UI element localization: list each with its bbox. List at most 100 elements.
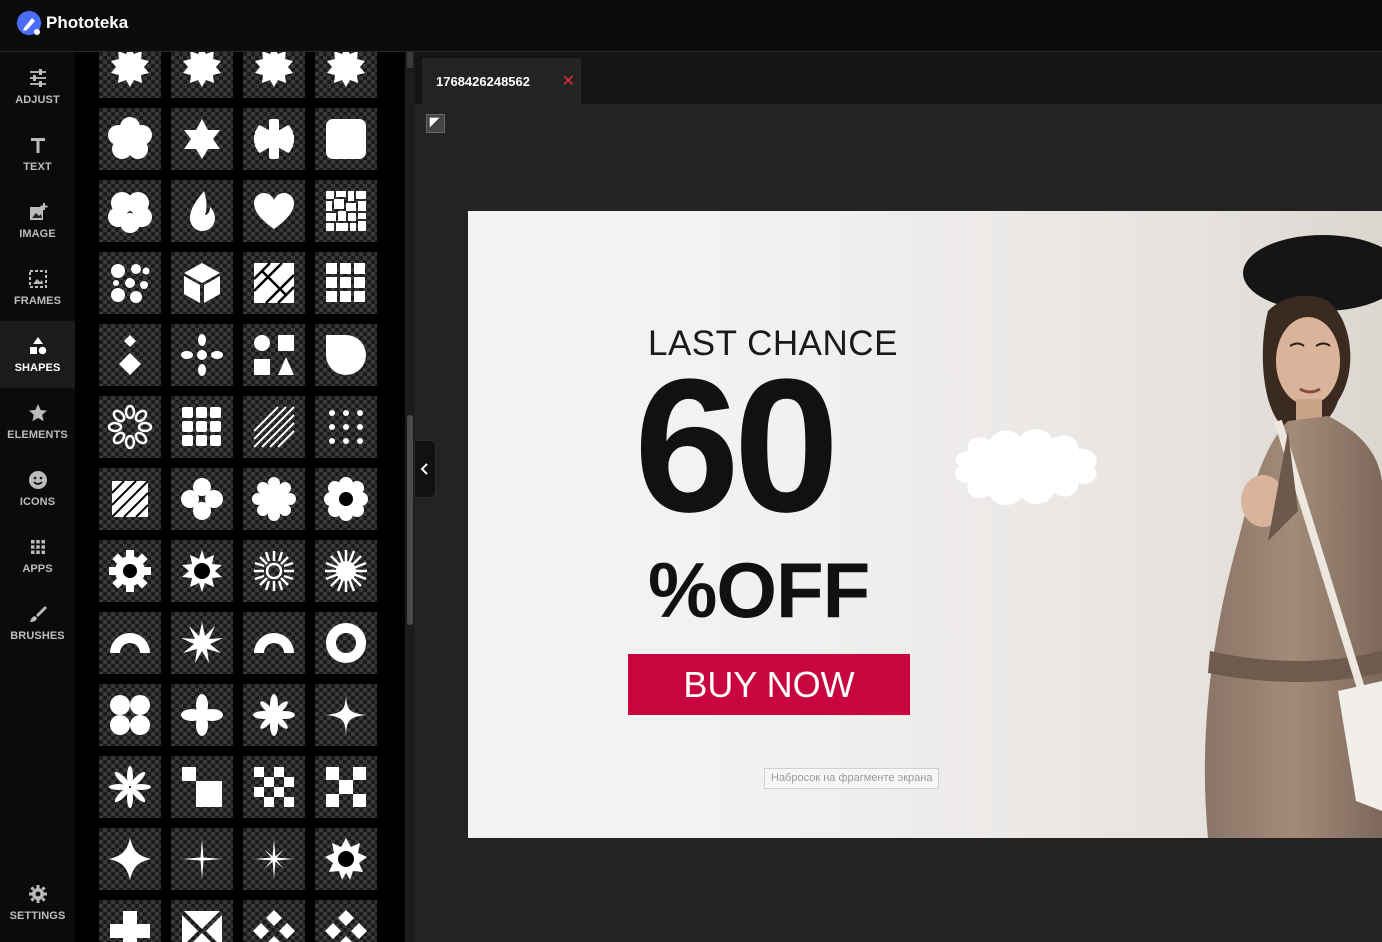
shape-tile[interactable] (315, 828, 377, 890)
starburst-shape-icon (255, 52, 293, 87)
discount-number[interactable]: 60 (634, 351, 839, 541)
buy-now-button[interactable]: BUY NOW (628, 654, 910, 715)
shape-tile[interactable] (171, 828, 233, 890)
shape-tile[interactable] (171, 108, 233, 170)
shape-tile[interactable] (99, 252, 161, 314)
sidebar-item-text[interactable]: TEXT (0, 120, 75, 187)
sidebar-item-settings[interactable]: SETTINGS (0, 869, 75, 936)
shape-tile[interactable] (315, 468, 377, 530)
shape-tile[interactable] (243, 756, 305, 818)
shape-tile[interactable] (315, 396, 377, 458)
shape-tile[interactable] (315, 52, 377, 98)
shape-tile[interactable] (99, 684, 161, 746)
sparkle-shape-icon (326, 695, 366, 735)
shape-tile[interactable] (243, 324, 305, 386)
shape-tile[interactable] (171, 540, 233, 602)
sidebar-item-label: ELEMENTS (7, 428, 68, 441)
sidebar-item-shapes[interactable]: SHAPES (0, 321, 75, 388)
shapes-grid (99, 52, 377, 942)
chevron-left-icon (420, 463, 428, 475)
diamond-quad-shape-icon (253, 910, 295, 942)
shape-tile[interactable] (243, 612, 305, 674)
checker-x-shape-icon (326, 767, 366, 807)
shape-tile[interactable] (171, 324, 233, 386)
asterisk-shape-icon (254, 119, 294, 159)
shape-tile[interactable] (315, 252, 377, 314)
shape-tile[interactable] (315, 180, 377, 242)
star-flower-shape-icon (253, 694, 295, 736)
flower-shape-icon (108, 117, 152, 159)
top-bar: Phototeka (0, 0, 1382, 52)
design-canvas[interactable]: LAST CHANCE 60 %OFF BUY NOW Набросок на … (468, 211, 1382, 838)
sidebar-item-brushes[interactable]: BRUSHES (0, 589, 75, 656)
shape-tile[interactable] (99, 540, 161, 602)
geometric-set-shape-icon (254, 335, 294, 375)
app-logo[interactable]: Phototeka (14, 8, 128, 38)
four-point-star-shape-icon (109, 838, 151, 880)
shape-tile[interactable] (315, 540, 377, 602)
shape-tile[interactable] (99, 180, 161, 242)
gear-shape-icon (109, 550, 151, 592)
shape-tile[interactable] (171, 684, 233, 746)
shape-tile[interactable] (315, 612, 377, 674)
shape-tile[interactable] (315, 324, 377, 386)
shape-tile[interactable] (171, 52, 233, 98)
scrollbar-arrow[interactable] (407, 52, 413, 68)
sidebar-item-apps[interactable]: APPS (0, 522, 75, 589)
shape-tile[interactable] (243, 108, 305, 170)
sidebar-item-frames[interactable]: FRAMES (0, 254, 75, 321)
shape-tile[interactable] (99, 828, 161, 890)
striped-square-shape-icon (111, 480, 149, 518)
expand-corner-button[interactable] (426, 114, 445, 133)
shape-tile[interactable] (171, 396, 233, 458)
document-tab[interactable]: 1768426248562 ✕ (422, 58, 581, 104)
arch-shape-icon (110, 633, 150, 653)
shape-tile[interactable] (99, 108, 161, 170)
collapse-panel-button[interactable] (414, 440, 436, 498)
shape-tile[interactable] (243, 900, 305, 942)
starburst-shape-icon (327, 52, 365, 87)
shape-tile[interactable] (171, 612, 233, 674)
shape-tile[interactable] (315, 756, 377, 818)
shape-tile[interactable] (243, 468, 305, 530)
text-icon (30, 137, 45, 153)
sidebar-item-adjust[interactable]: ADJUST (0, 53, 75, 120)
off-text[interactable]: %OFF (648, 551, 870, 629)
shape-tile[interactable] (99, 612, 161, 674)
shape-tile[interactable] (243, 252, 305, 314)
shape-tile[interactable] (315, 900, 377, 942)
shape-tile[interactable] (99, 52, 161, 98)
shape-tile[interactable] (171, 756, 233, 818)
shape-tile[interactable] (243, 540, 305, 602)
shape-tile[interactable] (171, 252, 233, 314)
sun-shape-icon (182, 550, 222, 592)
close-icon[interactable]: ✕ (562, 71, 575, 91)
sidebar-item-image[interactable]: IMAGE (0, 187, 75, 254)
shape-tile[interactable] (243, 828, 305, 890)
brush-icon (29, 605, 47, 622)
shape-tile[interactable] (99, 756, 161, 818)
scrollbar-thumb[interactable] (407, 415, 413, 625)
heart-shape-icon (254, 193, 294, 229)
shape-tile[interactable] (171, 180, 233, 242)
shape-tile[interactable] (243, 180, 305, 242)
shape-tile[interactable] (99, 396, 161, 458)
tab-bar: 1768426248562 ✕ (415, 52, 1382, 104)
shape-tile[interactable] (99, 324, 161, 386)
shape-tile[interactable] (243, 52, 305, 98)
shape-tile[interactable] (171, 900, 233, 942)
sidebar-item-elements[interactable]: ELEMENTS (0, 388, 75, 455)
cloud-badge-shape[interactable] (950, 421, 1102, 511)
scalloped-ring-shape-icon (324, 477, 368, 521)
shape-tile[interactable] (99, 468, 161, 530)
sidebar-item-icons[interactable]: ICONS (0, 455, 75, 522)
shape-tile[interactable] (315, 108, 377, 170)
block-grid-shape-icon (182, 407, 221, 446)
shape-tile[interactable] (99, 900, 161, 942)
shape-tile[interactable] (315, 684, 377, 746)
shape-tile[interactable] (243, 684, 305, 746)
shape-tile[interactable] (243, 396, 305, 458)
cog-flower-shape-icon (252, 477, 296, 521)
shape-tile[interactable] (171, 468, 233, 530)
snip-tooltip: Набросок на фрагменте экрана (764, 768, 940, 789)
